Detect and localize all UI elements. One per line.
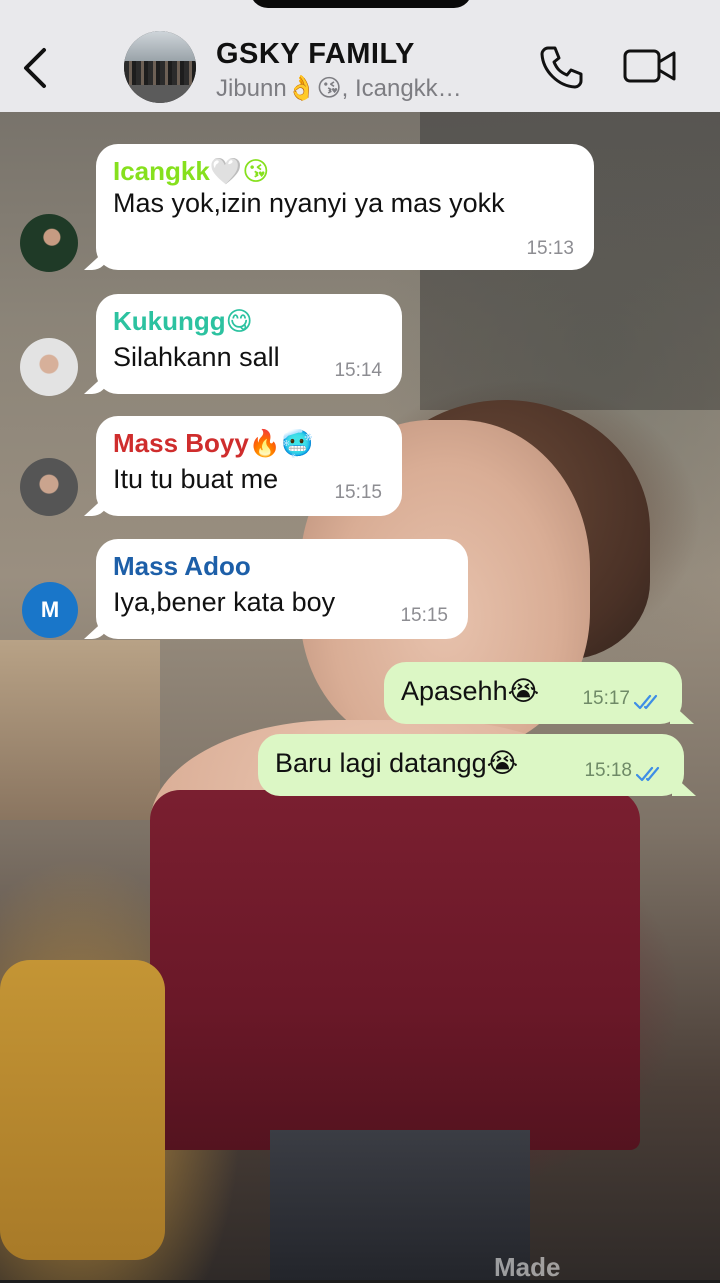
message-list[interactable]: Icangkk🤍😘 Mas yok,izin nyanyi ya mas yok…	[0, 112, 720, 1280]
message-bubble[interactable]: Mass Boyy🔥🥶 Itu tu buat me 15:15	[96, 416, 402, 516]
video-call-button[interactable]	[622, 46, 678, 86]
message-text: Iya,bener kata boy	[113, 587, 336, 617]
message-text: Mas yok,izin nyanyi ya mas yokk	[113, 188, 505, 218]
message-bubble[interactable]: Kukungg😋 Silahkann sall 15:14	[96, 294, 402, 394]
message-time: 15:15	[334, 482, 382, 503]
message-bubble[interactable]: Icangkk🤍😘 Mas yok,izin nyanyi ya mas yok…	[96, 144, 594, 270]
outgoing-message-bubble[interactable]: Baru lagi datangg😭 15:18	[258, 734, 684, 796]
voice-call-button[interactable]	[538, 44, 584, 90]
message-sender: Mass Adoo	[113, 551, 251, 581]
message-text: Apasehh😭	[401, 676, 540, 706]
message-time: 15:18	[584, 760, 632, 781]
chat-header: GSKY FAMILY Jibunn👌😘, Icangkk…	[0, 0, 720, 112]
message-sender: Kukungg😋	[113, 306, 253, 336]
back-chevron-icon	[24, 48, 46, 88]
group-members-subtitle[interactable]: Jibunn👌😘, Icangkk…	[216, 74, 462, 103]
device-notch	[250, 0, 472, 8]
group-avatar[interactable]	[124, 31, 196, 103]
message-time: 15:17	[582, 688, 630, 709]
avatar-icangkk[interactable]	[20, 214, 78, 272]
message-text: Baru lagi datangg😭	[275, 748, 519, 778]
avatar-mass-adoo[interactable]: M	[22, 582, 78, 638]
message-sender: Mass Boyy🔥🥶	[113, 428, 314, 458]
group-title[interactable]: GSKY FAMILY	[216, 38, 415, 71]
message-sender: Icangkk🤍😘	[113, 156, 270, 186]
double-check-icon	[636, 766, 660, 782]
double-check-icon	[634, 694, 658, 710]
message-bubble[interactable]: Mass Adoo Iya,bener kata boy 15:15	[96, 539, 468, 639]
avatar-kukungg[interactable]	[20, 338, 78, 396]
video-camera-icon	[623, 49, 676, 83]
outgoing-message-bubble[interactable]: Apasehh😭 15:17	[384, 662, 682, 724]
back-button[interactable]	[20, 46, 52, 90]
phone-icon	[540, 46, 583, 89]
message-time: 15:15	[400, 605, 448, 626]
message-time: 15:14	[334, 360, 382, 381]
watermark-text: Made	[494, 1252, 561, 1282]
avatar-mass-boyy[interactable]	[20, 458, 78, 516]
message-time: 15:13	[526, 238, 574, 259]
